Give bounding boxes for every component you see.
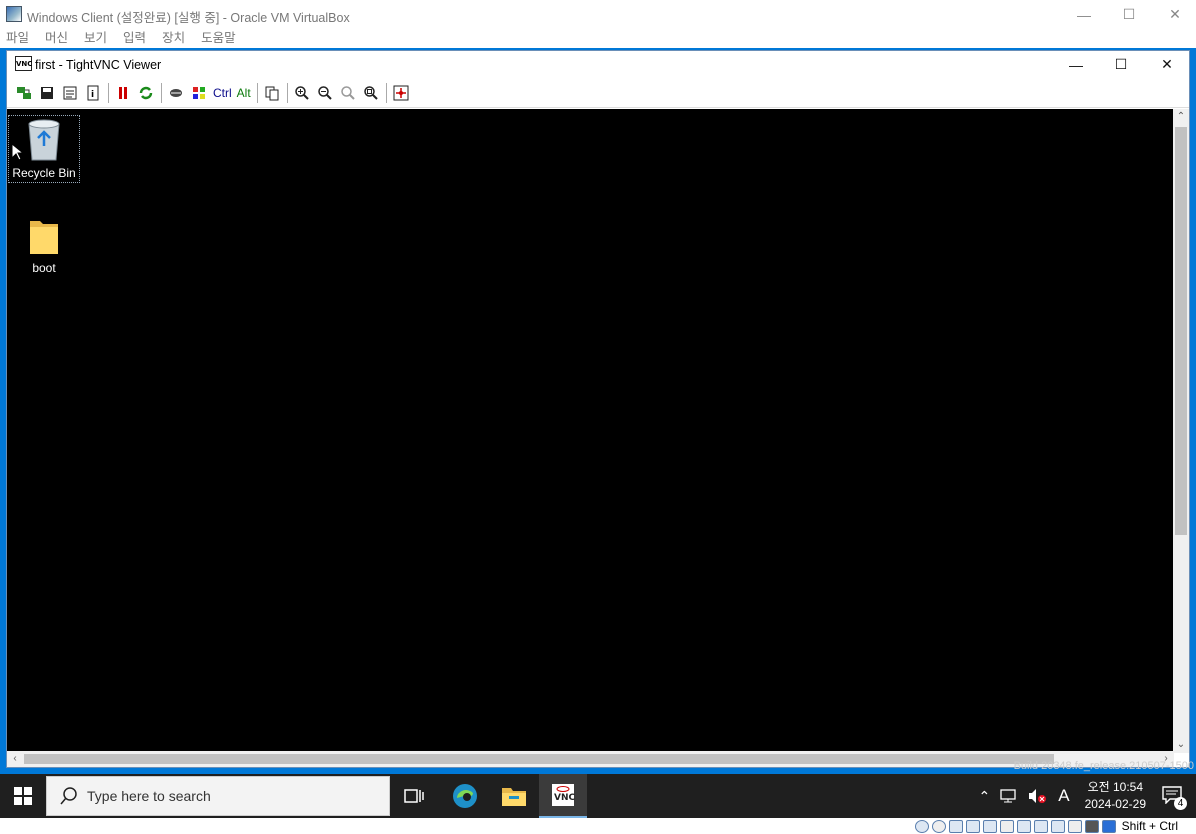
remote-desktop[interactable]: Recycle Bin boot — [7, 109, 1174, 753]
menu-machine[interactable]: 머신 — [45, 29, 68, 48]
maximize-button[interactable]: ☐ — [1106, 0, 1152, 29]
taskbar-clock[interactable]: 오전 10:54 2024-02-29 — [1085, 779, 1146, 813]
display-icon[interactable] — [1016, 819, 1031, 833]
vnc-app-icon: VNC — [15, 56, 32, 71]
scroll-down-icon[interactable]: ⌄ — [1173, 737, 1189, 753]
vnc-toolbar: i Ctrl Alt — [7, 78, 1189, 108]
svg-text:i: i — [91, 90, 94, 100]
clock-time: 오전 10:54 — [1087, 780, 1144, 794]
tightvnc-window-title: first - TightVNC Viewer — [35, 58, 162, 72]
zoom-100-icon[interactable] — [337, 82, 359, 104]
menu-input[interactable]: 입력 — [123, 29, 146, 48]
desktop-icon-label: boot — [32, 261, 56, 275]
menu-view[interactable]: 보기 — [84, 29, 107, 48]
ctrl-key-button[interactable]: Ctrl — [211, 82, 234, 104]
menu-file[interactable]: 파일 — [6, 29, 29, 48]
audio-icon[interactable] — [948, 819, 963, 833]
clock-date: 2024-02-29 — [1084, 797, 1146, 811]
copy-clipboard-icon[interactable] — [261, 82, 283, 104]
svg-text:VNC: VNC — [554, 793, 575, 803]
task-view-button[interactable] — [390, 774, 438, 818]
folder-icon — [30, 221, 58, 254]
search-icon — [60, 787, 77, 805]
zoom-fit-icon[interactable] — [360, 82, 382, 104]
notification-count-badge: 4 — [1174, 796, 1187, 810]
desktop-icon-boot[interactable]: boot — [8, 217, 80, 275]
taskbar-edge[interactable] — [441, 774, 489, 818]
zoom-out-icon[interactable] — [314, 82, 336, 104]
tightvnc-icon: VNC — [552, 784, 575, 806]
host-key-icon[interactable] — [1101, 819, 1116, 833]
input-method-indicator[interactable]: A — [1058, 786, 1069, 806]
taskbar-tightvnc[interactable]: VNC — [539, 774, 587, 818]
show-hidden-icons-icon[interactable]: ⌃ — [979, 788, 991, 805]
usb-icon[interactable] — [982, 819, 997, 833]
zoom-in-icon[interactable] — [291, 82, 313, 104]
vnc-maximize-button[interactable]: ☐ — [1098, 51, 1144, 78]
menu-devices[interactable]: 장치 — [162, 29, 185, 48]
shared-folders-icon[interactable] — [999, 819, 1014, 833]
vm-screen[interactable]: VNC first - TightVNC Viewer — ☐ ✕ i Ctrl… — [0, 48, 1196, 774]
virtualization-icon[interactable] — [1050, 819, 1065, 833]
virtualbox-icon — [6, 6, 22, 22]
info-icon[interactable]: i — [82, 82, 104, 104]
menu-help[interactable]: 도움말 — [201, 29, 236, 48]
system-tray: ⌃ A 오전 10:54 2024-02-29 4 — [974, 774, 1196, 818]
virtualbox-menubar: 파일 머신 보기 입력 장치 도움말 — [0, 29, 1196, 48]
vnc-close-button[interactable]: ✕ — [1144, 51, 1190, 78]
windows-build-watermark: Build 20348.fe_release.210507-1500 — [1013, 760, 1194, 772]
desktop-icon-label: Recycle Bin — [12, 166, 76, 180]
network-adapter-icon[interactable] — [965, 819, 980, 833]
action-center-button[interactable]: 4 — [1162, 785, 1187, 810]
refresh-icon[interactable] — [135, 82, 157, 104]
virtualbox-statusbar: Shift + Ctrl — [0, 818, 1196, 834]
vnc-minimize-button[interactable]: — — [1053, 51, 1099, 78]
taskbar-file-explorer[interactable] — [490, 774, 538, 818]
virtualbox-titlebar: Windows Client (설정완료) [실행 중] - Oracle VM… — [0, 0, 1196, 29]
pause-icon[interactable] — [112, 82, 134, 104]
minimize-button[interactable]: — — [1061, 0, 1107, 29]
horizontal-scrollbar-thumb[interactable] — [24, 754, 1054, 764]
task-view-icon — [404, 789, 424, 803]
search-placeholder: Type here to search — [87, 788, 211, 804]
windows-taskbar: Type here to search VNC ⌃ A 오전 10:54 202… — [0, 774, 1196, 818]
mouse-integration-icon[interactable] — [1067, 819, 1082, 833]
file-explorer-icon — [502, 788, 526, 806]
windows-logo-icon — [14, 787, 32, 805]
recycle-bin-icon — [28, 119, 60, 161]
taskbar-search-box[interactable]: Type here to search — [46, 776, 390, 816]
vertical-scrollbar-thumb[interactable] — [1175, 127, 1187, 535]
send-ctrl-esc-icon[interactable] — [188, 82, 210, 104]
scroll-up-icon[interactable]: ⌃ — [1173, 109, 1189, 125]
mouse-cursor-icon — [11, 143, 23, 161]
alt-key-button[interactable]: Alt — [235, 82, 253, 104]
network-icon[interactable] — [1000, 788, 1018, 804]
horizontal-scrollbar[interactable]: ‹ › — [7, 751, 1174, 767]
send-ctrl-alt-del-icon[interactable] — [165, 82, 187, 104]
keyboard-capture-icon[interactable] — [1084, 819, 1099, 833]
scroll-left-icon[interactable]: ‹ — [7, 751, 23, 767]
fullscreen-icon[interactable] — [390, 82, 412, 104]
optical-drive-icon[interactable] — [931, 819, 946, 833]
recording-icon[interactable] — [1033, 819, 1048, 833]
options-icon[interactable] — [59, 82, 81, 104]
host-key-label: Shift + Ctrl — [1121, 819, 1178, 833]
edge-browser-icon — [453, 784, 477, 808]
volume-muted-icon[interactable] — [1028, 788, 1048, 804]
save-icon[interactable] — [36, 82, 58, 104]
start-button[interactable] — [0, 774, 46, 818]
tightvnc-window: VNC first - TightVNC Viewer — ☐ ✕ i Ctrl… — [6, 50, 1190, 768]
tightvnc-titlebar: VNC first - TightVNC Viewer — ☐ ✕ — [7, 51, 1189, 78]
new-connection-icon[interactable] — [13, 82, 35, 104]
virtualbox-window-title: Windows Client (설정완료) [실행 중] - Oracle VM… — [27, 11, 350, 25]
vertical-scrollbar[interactable]: ⌃ ⌄ — [1173, 109, 1189, 753]
hard-disk-icon[interactable] — [914, 819, 929, 833]
close-button[interactable]: ✕ — [1152, 0, 1196, 29]
